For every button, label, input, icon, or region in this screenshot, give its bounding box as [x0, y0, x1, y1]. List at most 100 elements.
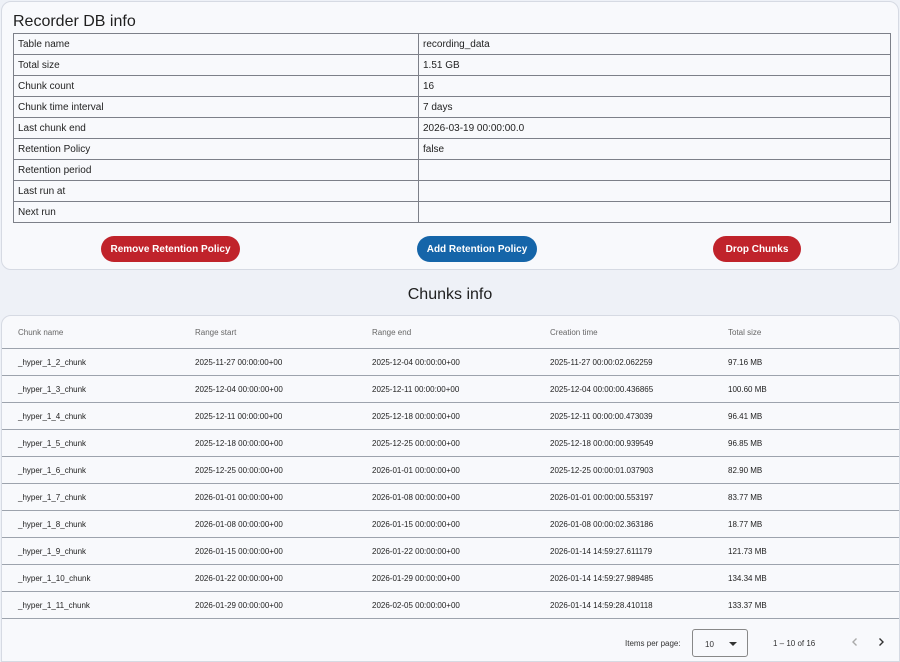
db-info-value: 1.51 GB — [418, 54, 891, 76]
db-info-row: Chunk count 16 — [13, 75, 891, 97]
recorder-db-info-card: Recorder DB info Table name recording_dat… — [1, 1, 899, 270]
range-end-cell: 2025-12-25 00:00:00+00 — [372, 438, 460, 448]
items-per-page-label: Items per page: — [625, 639, 681, 648]
db-info-value — [418, 159, 891, 181]
total-size-cell: 96.41 MB — [728, 411, 763, 421]
creation-time-cell: 2026-01-14 14:59:27.611179 — [550, 546, 653, 556]
chunk-name-cell: _hyper_1_4_chunk — [18, 411, 87, 421]
range-start-cell: 2026-01-15 00:00:00+00 — [195, 546, 283, 556]
add-retention-policy-button[interactable]: Add Retention Policy — [417, 236, 537, 262]
creation-time-cell: 2025-12-04 00:00:00.436865 — [550, 384, 654, 394]
chunk-name-cell: _hyper_1_11_chunk — [18, 600, 90, 610]
table-row: _hyper_1_9_chunk 2026-01-15 00:00:00+00 20… — [2, 538, 899, 565]
range-end-cell: 2025-12-18 00:00:00+00 — [372, 411, 460, 421]
total-size-cell: 96.85 MB — [728, 438, 763, 448]
total-size-cell: 133.37 MB — [728, 600, 767, 610]
chevron-down-icon — [729, 642, 737, 646]
range-start-cell: 2026-01-22 00:00:00+00 — [195, 573, 283, 583]
db-info-key: Next run — [13, 201, 419, 223]
db-info-row: Table name recording_data — [13, 33, 891, 55]
table-row: _hyper_1_7_chunk 2026-01-01 00:00:00+00 20… — [2, 484, 899, 511]
db-info-value: 16 — [418, 75, 891, 97]
total-size-cell: 82.90 MB — [728, 465, 763, 475]
table-row: _hyper_1_2_chunk 2025-11-27 00:00:00+00 20… — [2, 349, 899, 376]
range-start-cell: 2026-01-08 00:00:00+00 — [195, 519, 283, 529]
db-info-row: Chunk time interval 7 days — [13, 96, 891, 118]
table-row: _hyper_1_6_chunk 2025-12-25 00:00:00+00 20… — [2, 457, 899, 484]
items-per-page-value: 10 — [705, 640, 714, 649]
table-row: _hyper_1_5_chunk 2025-12-18 00:00:00+00 20… — [2, 430, 899, 457]
creation-time-cell: 2025-12-18 00:00:00.939549 — [550, 438, 654, 448]
next-page-button[interactable] — [872, 633, 890, 651]
range-end-cell: 2026-01-29 00:00:00+00 — [372, 573, 460, 583]
chunk-name-cell: _hyper_1_5_chunk — [18, 438, 87, 448]
db-info-key: Last run at — [13, 180, 419, 202]
total-size-cell: 134.34 MB — [728, 573, 767, 583]
range-end-cell: 2026-01-08 00:00:00+00 — [372, 492, 460, 502]
db-info-row: Last chunk end 2026-03-19 00:00:00.0 — [13, 117, 891, 139]
total-size-cell: 97.16 MB — [728, 357, 763, 367]
range-end-cell: 2026-01-22 00:00:00+00 — [372, 546, 460, 556]
creation-time-cell: 2025-12-11 00:00:00.473039 — [550, 411, 653, 421]
chunks-table-header: Chunk name Range start Range end Creatio… — [2, 316, 899, 349]
drop-chunks-button[interactable]: Drop Chunks — [713, 236, 801, 262]
db-info-row: Retention Policy false — [13, 138, 891, 160]
range-start-cell: 2025-12-18 00:00:00+00 — [195, 438, 283, 448]
creation-time-cell: 2026-01-14 14:59:28.410118 — [550, 600, 653, 610]
chunk-name-cell: _hyper_1_7_chunk — [18, 492, 87, 502]
column-header-chunk-name: Chunk name — [18, 327, 64, 337]
creation-time-cell: 2025-11-27 00:00:02.062259 — [550, 357, 653, 367]
chunk-name-cell: _hyper_1_9_chunk — [18, 546, 87, 556]
range-start-cell: 2025-12-04 00:00:00+00 — [195, 384, 283, 394]
creation-time-cell: 2025-12-25 00:00:01.037903 — [550, 465, 654, 475]
chunks-table-card: Chunk name Range start Range end Creatio… — [1, 315, 900, 662]
range-start-cell: 2025-12-25 00:00:00+00 — [195, 465, 283, 475]
table-row: _hyper_1_8_chunk 2026-01-08 00:00:00+00 20… — [2, 511, 899, 538]
db-info-row: Total size 1.51 GB — [13, 54, 891, 76]
range-end-cell: 2025-12-11 00:00:00+00 — [372, 384, 460, 394]
column-header-total-size: Total size — [728, 327, 762, 337]
paginator: Items per page: 10 1 – 10 of 16 — [2, 621, 899, 661]
db-info-key: Last chunk end — [13, 117, 419, 139]
column-header-range-end: Range end — [372, 327, 412, 337]
chunk-name-cell: _hyper_1_6_chunk — [18, 465, 87, 475]
range-start-cell: 2026-01-29 00:00:00+00 — [195, 600, 283, 610]
range-end-cell: 2026-01-15 00:00:00+00 — [372, 519, 460, 529]
db-info-value: recording_data — [418, 33, 891, 55]
db-info-key: Retention period — [13, 159, 419, 181]
table-row: _hyper_1_4_chunk 2025-12-11 00:00:00+00 20… — [2, 403, 899, 430]
total-size-cell: 121.73 MB — [728, 546, 767, 556]
db-info-title: Recorder DB info — [13, 13, 136, 30]
chunk-name-cell: _hyper_1_2_chunk — [18, 357, 87, 367]
range-end-cell: 2026-01-01 00:00:00+00 — [372, 465, 460, 475]
column-header-range-start: Range start — [195, 327, 237, 337]
table-row: _hyper_1_3_chunk 2025-12-04 00:00:00+00 20… — [2, 376, 899, 403]
previous-page-button[interactable] — [846, 633, 864, 651]
chevron-right-icon — [879, 638, 884, 646]
total-size-cell: 18.77 MB — [728, 519, 763, 529]
db-info-value: 7 days — [418, 96, 891, 118]
creation-time-cell: 2026-01-01 00:00:00.553197 — [550, 492, 654, 502]
page-range-label: 1 – 10 of 16 — [773, 639, 816, 648]
range-start-cell: 2025-12-11 00:00:00+00 — [195, 411, 283, 421]
db-info-key: Chunk time interval — [13, 96, 419, 118]
chunks-info-title: Chunks info — [407, 286, 493, 303]
remove-retention-policy-button[interactable]: Remove Retention Policy — [101, 236, 240, 262]
range-end-cell: 2025-12-04 00:00:00+00 — [372, 357, 460, 367]
range-start-cell: 2025-11-27 00:00:00+00 — [195, 357, 283, 367]
db-info-key: Retention Policy — [13, 138, 419, 160]
db-info-value: 2026-03-19 00:00:00.0 — [418, 117, 891, 139]
column-header-creation-time: Creation time — [550, 327, 598, 337]
table-row: _hyper_1_10_chunk 2026-01-22 00:00:00+00 2… — [2, 565, 899, 592]
creation-time-cell: 2026-01-14 14:59:27.989485 — [550, 573, 654, 583]
items-per-page-select[interactable]: 10 — [692, 629, 748, 657]
db-info-key: Chunk count — [13, 75, 419, 97]
db-info-row: Next run — [13, 201, 891, 223]
chunk-name-cell: _hyper_1_10_chunk — [18, 573, 91, 583]
chevron-left-icon — [852, 638, 857, 646]
db-info-key: Table name — [13, 33, 419, 55]
table-row: _hyper_1_11_chunk 2026-01-29 00:00:00+00 2… — [2, 592, 899, 619]
db-info-table: Table name recording_data Total size 1.51 G… — [13, 33, 891, 223]
range-end-cell: 2026-02-05 00:00:00+00 — [372, 600, 460, 610]
db-info-row: Retention period — [13, 159, 891, 181]
